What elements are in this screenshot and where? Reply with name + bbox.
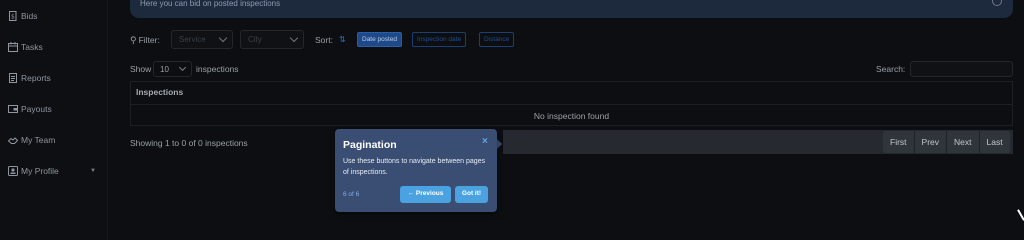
pagination: First Prev Next Last — [883, 131, 1010, 153]
city-select[interactable]: City — [240, 30, 304, 49]
sidebar-item-reports[interactable]: Reports — [8, 70, 51, 86]
sidebar-item-label: Payouts — [21, 104, 52, 114]
mouse-cursor — [1017, 209, 1024, 221]
tour-got-it-button[interactable]: Got it! — [455, 186, 488, 203]
page-size-value: 10 — [160, 65, 169, 74]
inspections-table: Inspections No inspection found — [130, 81, 1013, 126]
filter-label: Filter: — [138, 35, 160, 45]
first-page-button[interactable]: First — [883, 131, 914, 153]
sidebar: $ Bids Tasks Reports Payouts My Team My … — [0, 0, 108, 240]
sort-inspection-date-button[interactable]: Inspection date — [412, 32, 467, 47]
document-dollar-icon: $ — [8, 11, 18, 21]
sort-distance-button[interactable]: Distance — [479, 32, 515, 47]
show-suffix: inspections — [196, 64, 239, 74]
service-select[interactable]: Service — [171, 30, 233, 49]
sidebar-item-my-profile[interactable]: My Profile ▼ — [8, 163, 96, 179]
tour-popover: Pagination × Use these buttons to naviga… — [335, 129, 497, 212]
sort-label: Sort: — [315, 35, 333, 45]
chevron-down-icon[interactable]: ▼ — [90, 168, 96, 174]
sidebar-item-label: My Profile — [21, 166, 59, 176]
handshake-icon — [8, 135, 18, 145]
tour-step-counter: 6 of 6 — [343, 191, 360, 198]
last-page-button[interactable]: Last — [978, 131, 1010, 153]
id-card-icon — [8, 166, 18, 176]
chevron-down-icon — [289, 33, 299, 43]
search-input[interactable] — [910, 61, 1013, 77]
showing-info: Showing 1 to 0 of 0 inspections — [130, 138, 248, 148]
next-page-button[interactable]: Next — [946, 131, 979, 153]
report-icon — [8, 73, 18, 83]
sidebar-item-label: My Team — [21, 135, 56, 145]
sidebar-item-tasks[interactable]: Tasks — [8, 39, 43, 55]
tour-previous-button[interactable]: ← Previous — [400, 186, 451, 203]
column-header-inspections[interactable]: Inspections — [136, 87, 183, 97]
page-size-select[interactable]: 10 — [153, 61, 192, 77]
city-select-placeholder: City — [248, 35, 262, 44]
wallet-icon — [8, 104, 18, 114]
calendar-icon — [8, 42, 18, 52]
prev-page-button[interactable]: Prev — [913, 131, 947, 153]
close-icon[interactable]: × — [482, 136, 488, 147]
svg-text:$: $ — [11, 14, 15, 21]
filter-label-group: ⚲ Filter: — [130, 30, 160, 50]
show-label: Show — [130, 64, 152, 74]
empty-table-row: No inspection found — [131, 104, 1012, 126]
sidebar-item-label: Reports — [21, 73, 51, 83]
sort-date-posted-button[interactable]: Date posted — [357, 32, 403, 47]
sidebar-item-bids[interactable]: $ Bids — [8, 8, 38, 24]
tour-popover-arrow — [497, 139, 502, 149]
sidebar-item-payouts[interactable]: Payouts — [8, 101, 52, 117]
banner-text: Here you can bid on posted inspections — [140, 0, 281, 8]
sidebar-item-my-team[interactable]: My Team — [8, 132, 55, 148]
sidebar-item-label: Tasks — [21, 42, 43, 52]
sidebar-item-label: Bids — [21, 11, 38, 21]
service-select-placeholder: Service — [179, 35, 206, 44]
sort-order-icon[interactable]: ⇅ — [339, 35, 346, 44]
search-label: Search: — [876, 64, 906, 74]
chevron-down-icon — [178, 63, 187, 72]
chevron-down-icon — [218, 33, 228, 43]
filter-icon: ⚲ — [130, 34, 137, 45]
tour-body: Use these buttons to navigate between pa… — [343, 158, 486, 176]
tour-title: Pagination — [343, 139, 397, 151]
